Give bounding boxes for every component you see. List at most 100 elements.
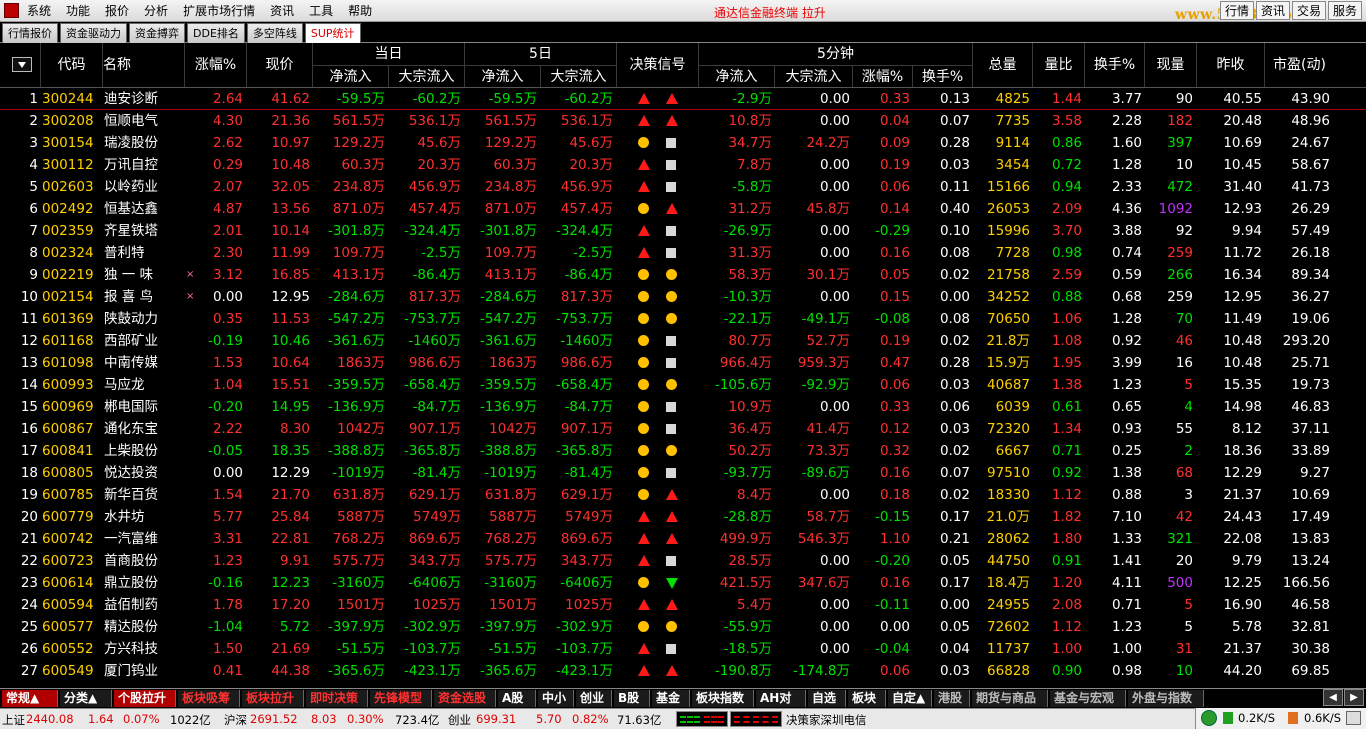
remove-mark-icon[interactable]: × (186, 286, 194, 308)
menu-item-3[interactable]: 分析 (144, 3, 168, 19)
top-right-button-2[interactable]: 交易 (1291, 1, 1326, 20)
table-row[interactable]: 17 600841 上柴股份 -0.05 18.35 -388.8万 -365.8万 -388… (0, 440, 1366, 462)
header-group-5min[interactable]: 5分钟 (698, 43, 972, 65)
table-row[interactable]: 10 002154 报 喜 鸟 0.00 12.95 -284.6万 817.3万 -284.… (0, 286, 1366, 308)
header-5min-turnover[interactable]: 换手% (912, 65, 972, 87)
network-status-icon[interactable] (1201, 710, 1217, 726)
bottom-tab-13[interactable]: 板块指数 (692, 690, 754, 707)
table-row[interactable]: 11 601369 陕鼓动力 0.35 11.53 -547.2万 -753.7万 -547.… (0, 308, 1366, 330)
table-row[interactable]: 20 600779 水井坊 5.77 25.84 5887万 5749万 5887万 5749万… (0, 506, 1366, 528)
bottom-tab-3[interactable]: 板块吸筹 (178, 690, 240, 707)
table-row[interactable]: 26 600552 方兴科技 1.50 21.69 -51.5万 -103.7万 -51.5万… (0, 638, 1366, 660)
header-signal[interactable]: 决策信号 (616, 43, 698, 87)
table-row[interactable]: 5 002603 以岭药业 2.07 32.05 234.8万 456.9万 234.8万 45… (0, 176, 1366, 198)
cell-d5_blk: -365.8万 (555, 443, 613, 459)
header-current-volume[interactable]: 现量 (1144, 43, 1196, 87)
bottom-tab-9[interactable]: 中小 (538, 690, 574, 707)
header-today-inflow[interactable]: 净流入 (312, 65, 388, 87)
top-right-button-3[interactable]: 服务 (1327, 1, 1362, 20)
header-price[interactable]: 现价 (246, 43, 312, 87)
bottom-tab-7[interactable]: 资金选股 (434, 690, 496, 707)
header-5d-inflow[interactable]: 净流入 (464, 65, 540, 87)
header-code[interactable]: 代码 (40, 43, 102, 87)
table-row[interactable]: 3 300154 瑞凌股份 2.62 10.97 129.2万 45.6万 129.2万 45.… (0, 132, 1366, 154)
view-tab-2[interactable]: 资金搏弈 (129, 23, 185, 43)
bottom-tab-20[interactable]: 基金与宏观▲ (1050, 690, 1126, 721)
bottom-tab-12[interactable]: 基金 (652, 690, 690, 707)
table-row[interactable]: 8 002324 普利特 2.30 11.99 109.7万 -2.5万 109.7万 -2.5… (0, 242, 1366, 264)
header-name[interactable]: 名称 (102, 43, 184, 87)
table-row[interactable]: 27 600549 厦门钨业 0.41 44.38 -365.6万 -423.1万 -365.… (0, 660, 1366, 682)
header-turnover[interactable]: 换手% (1084, 43, 1144, 87)
cell-td_in: -547.2万 (327, 311, 385, 327)
menu-item-6[interactable]: 工具 (309, 3, 333, 19)
bottom-tab-8[interactable]: A股 (498, 690, 536, 707)
header-5d-block[interactable]: 大宗流入 (540, 65, 616, 87)
table-row[interactable]: 2 300208 恒顺电气 4.30 21.36 561.5万 536.1万 561.5万 53… (0, 110, 1366, 132)
table-row[interactable]: 23 600614 鼎立股份 -0.16 12.23 -3160万 -6406万 -3160万… (0, 572, 1366, 594)
bottom-tab-21[interactable]: 外盘与指数▲ (1128, 690, 1204, 721)
header-change-pct[interactable]: 涨幅% (184, 43, 246, 87)
top-right-button-1[interactable]: 资讯 (1255, 1, 1290, 20)
header-today-block[interactable]: 大宗流入 (388, 65, 464, 87)
bottom-tab-6[interactable]: 先锋模型 (370, 690, 432, 707)
cell-m5_in: -55.9万 (723, 619, 772, 635)
table-row[interactable]: 19 600785 新华百货 1.54 21.70 631.8万 629.1万 631.8万 6… (0, 484, 1366, 506)
table-row[interactable]: 16 600867 通化东宝 2.22 8.30 1042万 907.1万 1042万 907.… (0, 418, 1366, 440)
signal-tri-up-icon (638, 665, 650, 676)
scroll-left-icon[interactable]: ◀ (1323, 689, 1343, 706)
bottom-tab-1[interactable]: 分类▲ (60, 690, 112, 707)
bottom-tab-19[interactable]: 期货与商品▲ (972, 690, 1048, 721)
menu-item-7[interactable]: 帮助 (348, 3, 372, 19)
menu-item-2[interactable]: 报价 (105, 3, 129, 19)
header-volume-ratio[interactable]: 量比 (1032, 43, 1084, 87)
bottom-tab-16[interactable]: 板块 (848, 690, 886, 707)
menu-item-1[interactable]: 功能 (66, 3, 90, 19)
scroll-right-icon[interactable]: ▶ (1344, 689, 1364, 706)
bottom-tab-0[interactable]: 常规▲ (2, 690, 58, 707)
table-row[interactable]: 15 600969 郴电国际 -0.20 14.95 -136.9万 -84.7万 -136.… (0, 396, 1366, 418)
header-5min-inflow[interactable]: 净流入 (698, 65, 774, 87)
table-row[interactable]: 13 601098 中南传媒 1.53 10.64 1863万 986.6万 1863万 986… (0, 352, 1366, 374)
header-5min-change[interactable]: 涨幅% (852, 65, 912, 87)
view-tab-4[interactable]: 多空阵线 (246, 23, 303, 43)
bottom-tab-14[interactable]: AH对照 (756, 690, 806, 721)
table-row[interactable]: 9 002219 独 一 味 3.12 16.85 413.1万 -86.4万 413.1万 -… (0, 264, 1366, 286)
table-row[interactable]: 24 600594 益佰制药 1.78 17.20 1501万 1025万 1501万 1025… (0, 594, 1366, 616)
table-row[interactable]: 1 300244 迪安诊断 2.64 41.62 -59.5万 -60.2万 -59.5万 -6… (0, 88, 1366, 110)
bottom-tab-10[interactable]: 创业 (576, 690, 612, 707)
bottom-tab-15[interactable]: 自选 (808, 690, 846, 707)
header-group-5d[interactable]: 5日 (464, 43, 616, 65)
table-row[interactable]: 14 600993 马应龙 1.04 15.51 -359.5万 -658.4万 -359.5… (0, 374, 1366, 396)
bottom-tab-17[interactable]: 自定▲ (888, 690, 932, 707)
bottom-tab-18[interactable]: 港股▲ (934, 690, 970, 721)
menu-item-0[interactable]: 系统 (27, 3, 51, 19)
table-row[interactable]: 21 600742 一汽富维 3.31 22.81 768.2万 869.6万 768.2万 8… (0, 528, 1366, 550)
header-5min-block[interactable]: 大宗流入 (774, 65, 852, 87)
bottom-tab-4[interactable]: 板块拉升 (242, 690, 304, 707)
remove-mark-icon[interactable]: × (186, 264, 194, 286)
header-prev-close[interactable]: 昨收 (1196, 43, 1264, 87)
bottom-tab-5[interactable]: 即时决策 (306, 690, 368, 707)
header-pe[interactable]: 市盈(动) (1264, 43, 1334, 87)
menu-item-4[interactable]: 扩展市场行情 (183, 3, 255, 19)
view-tab-0[interactable]: 行情报价 (2, 23, 58, 43)
table-row[interactable]: 12 601168 西部矿业 -0.19 10.46 -361.6万 -1460万 -361.… (0, 330, 1366, 352)
header-group-today[interactable]: 当日 (312, 43, 464, 65)
table-row[interactable]: 6 002492 恒基达鑫 4.87 13.56 871.0万 457.4万 871.0万 45… (0, 198, 1366, 220)
header-volume[interactable]: 总量 (972, 43, 1032, 87)
view-tab-1[interactable]: 资金驱动力 (60, 23, 127, 43)
bottom-tab-2[interactable]: 个股拉升 (114, 690, 176, 707)
view-tab-3[interactable]: DDE排名 (187, 23, 245, 43)
table-row[interactable]: 25 600577 精达股份 -1.04 5.72 -397.9万 -302.9万 -397.… (0, 616, 1366, 638)
table-row[interactable]: 7 002359 齐星铁塔 2.01 10.14 -301.8万 -324.4万 -301.8… (0, 220, 1366, 242)
lock-icon[interactable] (1346, 711, 1361, 725)
view-tab-5[interactable]: SUP统计 (304, 23, 361, 43)
table-row[interactable]: 18 600805 悦达投资 0.00 12.29 -1019万 -81.4万 -1019万 -… (0, 462, 1366, 484)
sort-dropdown-icon[interactable] (12, 57, 32, 72)
table-row[interactable]: 22 600723 首商股份 1.23 9.91 575.7万 343.7万 575.7万 34… (0, 550, 1366, 572)
table-row[interactable]: 4 300112 万讯自控 0.29 10.48 60.3万 20.3万 60.3万 20.3万… (0, 154, 1366, 176)
top-right-button-0[interactable]: 行情 (1219, 1, 1254, 20)
bottom-tab-11[interactable]: B股 (614, 690, 650, 707)
menu-item-5[interactable]: 资讯 (270, 3, 294, 19)
